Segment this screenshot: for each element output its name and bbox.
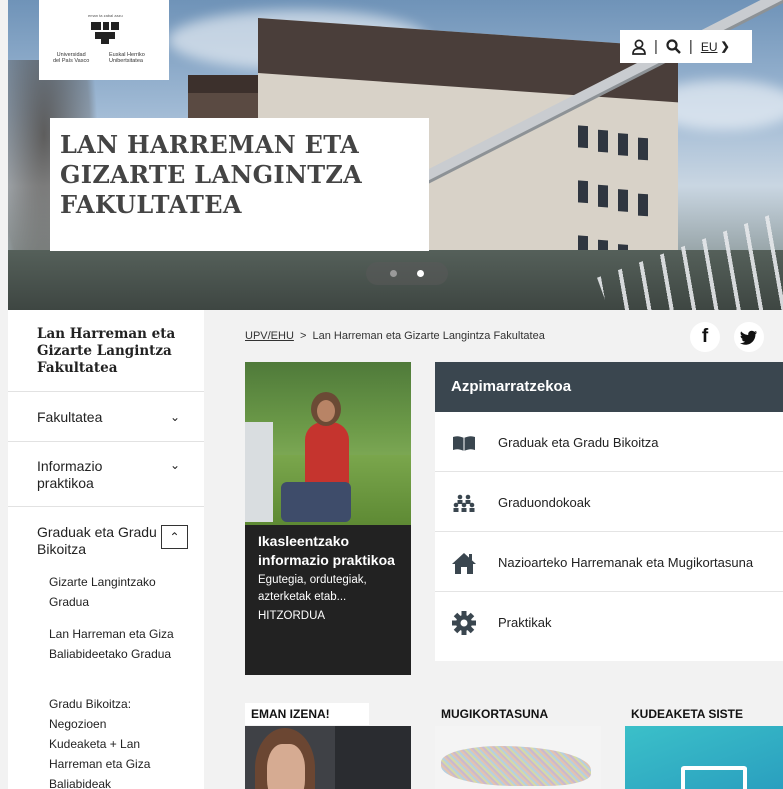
language-selector[interactable]: EU bbox=[701, 40, 718, 54]
sidebar-title[interactable]: Lan Harreman eta Gizarte Langintza Fakul… bbox=[37, 326, 197, 377]
sidebar-item-informazio[interactable]: Informazio praktikoa bbox=[37, 458, 147, 492]
panel-item-graduondokoak[interactable]: Graduondokoak bbox=[435, 473, 783, 532]
page-title: LAN HARREMAN ETA GIZARTE LANGINTZA FAKUL… bbox=[60, 130, 363, 219]
divider bbox=[8, 391, 204, 392]
chevron-up-icon[interactable]: ⌃ bbox=[161, 525, 188, 549]
people-icon bbox=[453, 494, 475, 512]
search-icon[interactable] bbox=[666, 39, 681, 54]
chevron-down-icon[interactable]: ❯ bbox=[720, 40, 729, 53]
sidebar-item-graduak[interactable]: Graduak eta Gradu Bikoitza bbox=[37, 524, 162, 558]
chevron-down-icon[interactable]: ⌄ bbox=[168, 458, 182, 472]
card-title: Ikasleentzako informazio praktikoa bbox=[258, 533, 395, 568]
highlights-panel: Azpimarratzekoa Graduak eta Gradu Bikoit… bbox=[435, 362, 783, 661]
panel-item-graduak[interactable]: Graduak eta Gradu Bikoitza bbox=[435, 413, 783, 472]
tools-separator: | bbox=[654, 38, 658, 55]
tile-label-register[interactable]: EMAN IZENA! bbox=[245, 703, 369, 725]
sidebar-subitem[interactable]: Gizarte Langintzako Gradua bbox=[49, 572, 189, 612]
sidebar: Lan Harreman eta Gizarte Langintza Fakul… bbox=[8, 310, 204, 789]
chevron-down-icon[interactable]: ⌄ bbox=[168, 410, 182, 424]
header-tools: | | EU ❯ bbox=[620, 30, 752, 63]
facebook-icon[interactable]: f bbox=[690, 322, 720, 352]
student-photo bbox=[245, 362, 411, 525]
card-description: Egutegia, ordutegiak, azterketak etab... bbox=[258, 574, 367, 603]
panel-item-nazioarteko[interactable]: Nazioarteko Harremanak eta Mugikortasuna bbox=[435, 533, 783, 592]
breadcrumb: UPV/EHU > Lan Harreman eta Gizarte Langi… bbox=[245, 330, 545, 342]
slider-dot-2[interactable] bbox=[417, 270, 424, 277]
document-icon bbox=[681, 766, 747, 789]
tile-label-management[interactable]: KUDEAKETA SISTE bbox=[625, 703, 783, 725]
logo-text-eu: Euskal Herriko Unibertsitatea bbox=[109, 52, 145, 64]
book-icon bbox=[453, 436, 475, 451]
logo-text-es: Universidad del País Vasco bbox=[53, 52, 90, 64]
divider bbox=[8, 441, 204, 442]
faculty-title-box: LAN HARREMAN ETA GIZARTE LANGINTZA FAKUL… bbox=[50, 118, 429, 251]
twitter-icon[interactable] bbox=[734, 322, 764, 352]
breadcrumb-separator: > bbox=[299, 330, 307, 342]
sidebar-subitem[interactable]: Gradu Bikoitza: Negozioen Kudeaketa + La… bbox=[49, 694, 167, 789]
user-icon[interactable] bbox=[632, 39, 646, 55]
university-logo[interactable]: eman ta zabal zazu Universidad del País V… bbox=[39, 0, 169, 80]
breadcrumb-root[interactable]: UPV/EHU bbox=[245, 330, 294, 342]
tile-register-image[interactable] bbox=[245, 726, 411, 789]
home-icon bbox=[452, 553, 476, 574]
tile-management-image[interactable] bbox=[625, 726, 783, 789]
sidebar-item-fakultatea[interactable]: Fakultatea bbox=[37, 409, 102, 426]
breadcrumb-current: Lan Harreman eta Gizarte Langintza Fakul… bbox=[312, 330, 545, 342]
divider bbox=[8, 506, 204, 507]
sidebar-subitem[interactable]: Lan Harreman eta Giza Baliabideetako Gra… bbox=[49, 624, 174, 664]
panel-item-praktikak[interactable]: Praktikak bbox=[435, 593, 783, 652]
panel-title: Azpimarratzekoa bbox=[435, 362, 783, 412]
hero-slider-dots bbox=[366, 262, 448, 285]
card-link[interactable]: HITZORDUA bbox=[258, 608, 404, 625]
slider-dot-1[interactable] bbox=[390, 270, 397, 277]
tools-separator: | bbox=[688, 38, 693, 55]
logo-tree-icon bbox=[91, 22, 119, 44]
tile-label-mobility[interactable]: MUGIKORTASUNA bbox=[435, 703, 601, 725]
logo-tagline: eman ta zabal zazu bbox=[88, 13, 123, 18]
student-info-card[interactable]: Ikasleentzako informazio praktikoa Egute… bbox=[245, 362, 411, 675]
tile-mobility-image[interactable] bbox=[435, 726, 601, 789]
gear-icon bbox=[452, 611, 476, 635]
